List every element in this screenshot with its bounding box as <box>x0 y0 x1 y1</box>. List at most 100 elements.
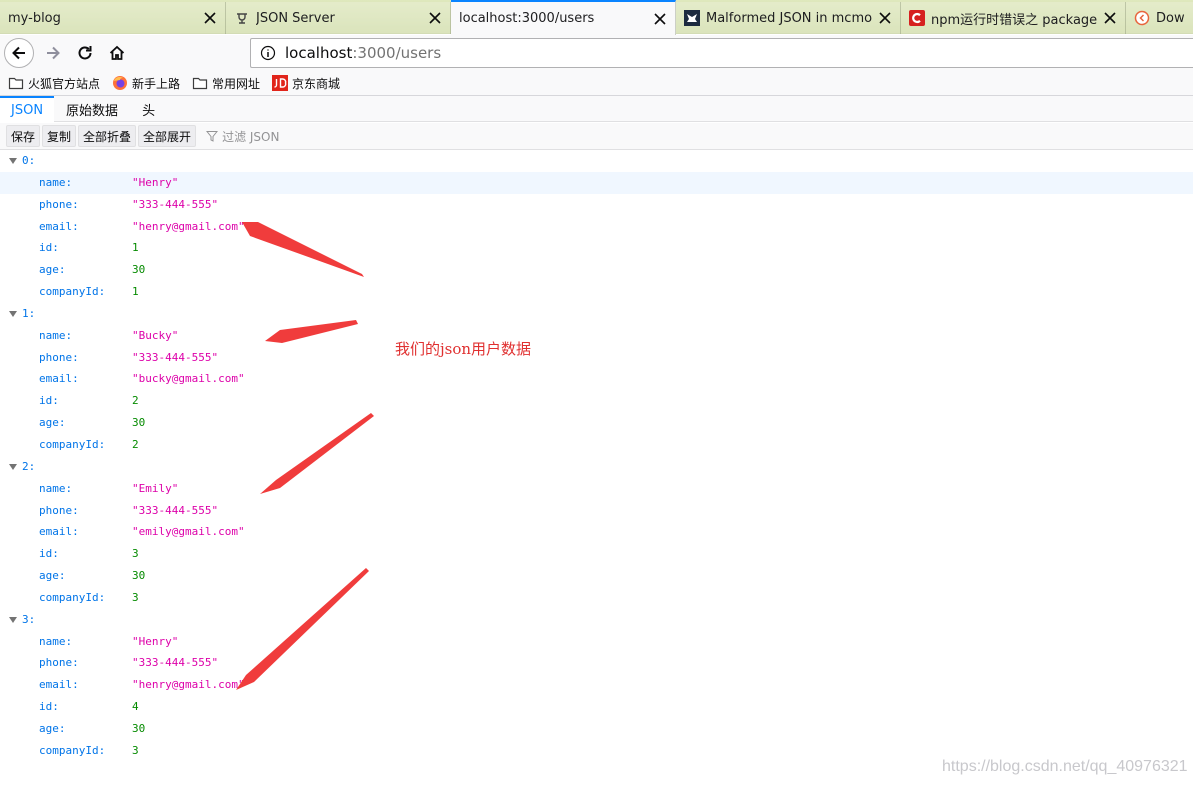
json-key: email: <box>39 372 79 386</box>
tab-json[interactable]: JSON <box>0 96 55 123</box>
json-property-row[interactable]: id: 4 <box>0 696 1193 718</box>
save-button[interactable]: 保存 <box>6 125 41 147</box>
json-value: "henry@gmail.com" <box>132 678 245 692</box>
home-button[interactable] <box>102 38 132 68</box>
folder-icon <box>8 77 24 90</box>
url-bar[interactable]: localhost:3000/users <box>250 38 1193 68</box>
json-viewer-tabs: JSON 原始数据 头 <box>0 96 1193 123</box>
tab-strip: my-blog JSON Server localhost:3000/users… <box>0 0 1193 35</box>
json-array-item[interactable]: 3: <box>0 609 1193 631</box>
json-property-row[interactable]: age: 30 <box>0 718 1193 740</box>
json-array-item[interactable]: 2: <box>0 456 1193 478</box>
json-index: 1: <box>22 306 36 320</box>
json-value: "333-444-555" <box>132 503 219 517</box>
close-icon[interactable] <box>653 12 667 26</box>
tab-my-blog[interactable]: my-blog <box>0 2 226 34</box>
json-value: 3 <box>132 743 139 757</box>
json-key: name: <box>39 481 73 495</box>
json-key: phone: <box>39 656 79 670</box>
json-property-row[interactable]: email: "henry@gmail.com" <box>0 216 1193 238</box>
reload-button[interactable] <box>70 38 100 68</box>
json-property-row[interactable]: companyId: 3 <box>0 587 1193 609</box>
json-property-row[interactable]: id: 2 <box>0 390 1193 412</box>
json-toolbar: 保存 复制 全部折叠 全部展开 过滤 JSON <box>0 123 1193 150</box>
json-value: "emily@gmail.com" <box>132 525 245 539</box>
back-button[interactable] <box>4 38 34 68</box>
json-key: id: <box>39 241 59 255</box>
info-icon[interactable] <box>260 45 276 61</box>
json-property-row[interactable]: email: "henry@gmail.com" <box>0 674 1193 696</box>
json-key: name: <box>39 175 73 189</box>
tab-raw-data[interactable]: 原始数据 <box>54 96 130 122</box>
json-property-row[interactable]: id: 1 <box>0 237 1193 259</box>
json-property-row[interactable]: companyId: 1 <box>0 281 1193 303</box>
expand-toggle-icon[interactable] <box>9 158 17 164</box>
close-icon[interactable] <box>203 11 217 25</box>
json-property-row[interactable]: age: 30 <box>0 259 1193 281</box>
json-property-row[interactable]: phone: "333-444-555" <box>0 347 1193 369</box>
jd-icon <box>272 75 289 91</box>
json-value: 30 <box>132 263 146 277</box>
tab-npm-error[interactable]: npm运行时错误之 package.js <box>901 2 1126 34</box>
url-path: :3000/users <box>352 44 442 62</box>
url-text: localhost:3000/users <box>285 44 441 62</box>
json-array-item[interactable]: 0: <box>0 150 1193 172</box>
tab-localhost-users[interactable]: localhost:3000/users <box>451 0 676 35</box>
json-value: "henry@gmail.com" <box>132 219 245 233</box>
close-icon[interactable] <box>428 11 442 25</box>
expand-toggle-icon[interactable] <box>9 310 17 317</box>
json-property-row[interactable]: email: "emily@gmail.com" <box>0 521 1193 543</box>
json-property-row[interactable]: age: 30 <box>0 565 1193 587</box>
copy-button[interactable]: 复制 <box>42 125 77 147</box>
json-property-row[interactable]: name: "Henry" <box>0 631 1193 653</box>
csdn-icon <box>909 10 925 26</box>
json-property-row[interactable]: phone: "333-444-555" <box>0 652 1193 674</box>
tab-title: my-blog <box>8 10 61 26</box>
bookmark-getting-started[interactable]: 新手上路 <box>112 75 180 92</box>
tab-malformed-json[interactable]: Malformed JSON in mcmod. <box>676 2 901 34</box>
json-key: phone: <box>39 197 79 211</box>
json-property-row[interactable]: email: "bucky@gmail.com" <box>0 368 1193 390</box>
json-value: 30 <box>132 569 146 583</box>
expand-toggle-icon[interactable] <box>9 463 17 470</box>
json-property-row[interactable]: name: "Bucky" <box>0 325 1193 347</box>
json-property-row[interactable]: id: 3 <box>0 543 1193 565</box>
forward-button[interactable] <box>38 38 68 68</box>
tab-headers[interactable]: 头 <box>130 96 167 122</box>
filter-icon <box>206 131 219 142</box>
tab-download[interactable]: Downl <box>1126 2 1193 34</box>
close-icon[interactable] <box>878 11 892 25</box>
json-property-row[interactable]: name: "Henry" <box>0 171 1193 194</box>
bookmark-firefox-official[interactable]: 火狐官方站点 <box>8 75 100 92</box>
json-key: name: <box>39 634 73 648</box>
json-value: "Henry" <box>132 634 179 648</box>
json-index: 0: <box>22 154 36 167</box>
expand-toggle-icon[interactable] <box>9 616 17 623</box>
json-key: age: <box>39 416 66 430</box>
json-property-row[interactable]: name: "Emily" <box>0 478 1193 500</box>
json-array-item[interactable]: 1: <box>0 303 1193 325</box>
tab-json-server[interactable]: JSON Server <box>226 2 451 34</box>
expand-all-button[interactable]: 全部展开 <box>138 125 197 147</box>
json-property-row[interactable]: phone: "333-444-555" <box>0 500 1193 522</box>
json-value: 30 <box>132 416 146 430</box>
json-key: email: <box>39 525 79 539</box>
bookmark-label: 京东商城 <box>292 76 341 91</box>
json-value: "333-444-555" <box>132 656 219 670</box>
json-key: phone: <box>39 503 79 517</box>
json-property-row[interactable]: age: 30 <box>0 412 1193 434</box>
watermark: https://blog.csdn.net/qq_40976321 <box>942 758 1188 775</box>
json-property-row[interactable]: companyId: 2 <box>0 434 1193 456</box>
bookmark-common-sites[interactable]: 常用网址 <box>192 75 260 92</box>
filter-json-input[interactable]: 过滤 JSON <box>206 128 279 145</box>
folder-icon <box>192 77 208 90</box>
close-icon[interactable] <box>1103 11 1117 25</box>
json-index: 3: <box>22 612 36 626</box>
json-index: 2: <box>22 459 36 473</box>
filter-placeholder: 过滤 JSON <box>222 129 280 144</box>
bookmark-jd-mall[interactable]: 京东商城 <box>272 75 340 92</box>
json-key: id: <box>39 547 59 561</box>
json-property-row[interactable]: phone: "333-444-555" <box>0 194 1193 216</box>
json-value: "Emily" <box>132 481 179 495</box>
collapse-all-button[interactable]: 全部折叠 <box>78 125 137 147</box>
